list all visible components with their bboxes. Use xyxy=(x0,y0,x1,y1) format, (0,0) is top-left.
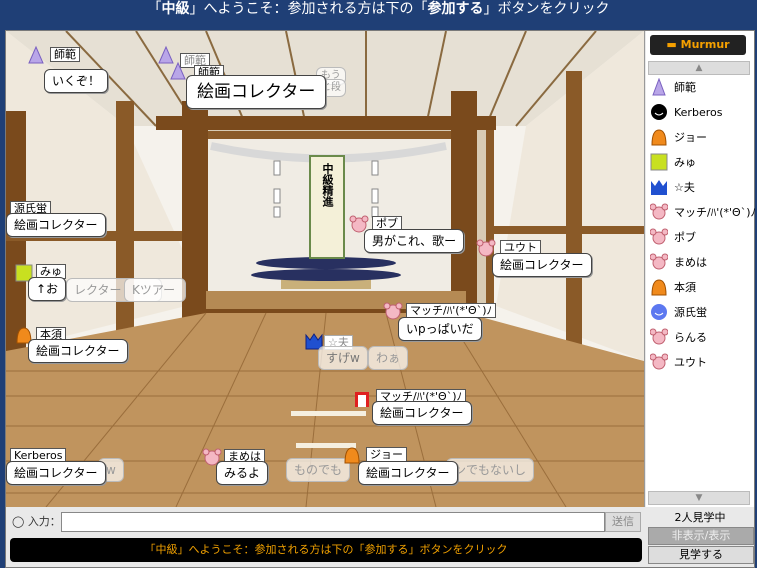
user-name: らんる xyxy=(674,331,707,344)
scroll-text: 中級精進 xyxy=(321,163,334,207)
title-quote-close: 」 xyxy=(189,1,204,17)
pink-bear-icon xyxy=(650,203,668,220)
chat-bubble: 絵画コレクター xyxy=(28,339,128,363)
scroll-down-button[interactable]: ▼ xyxy=(648,491,750,505)
user-name: Kerberos xyxy=(674,106,723,119)
user-list-item[interactable]: らんる xyxy=(648,325,748,350)
logo-text: Murmur xyxy=(680,38,730,51)
user-list-item[interactable]: 師範 xyxy=(648,75,748,100)
chat-bubble: 絵画コレクター xyxy=(6,461,106,485)
user-name: 源氏蛍 xyxy=(674,306,707,319)
user-name: 本須 xyxy=(674,281,696,294)
faded-message: ンでもないし xyxy=(446,458,535,482)
pink-bear-icon xyxy=(650,353,668,370)
pink-bear-icon xyxy=(650,328,668,345)
user-name: ジョー xyxy=(674,131,707,144)
witch-icon xyxy=(28,45,44,64)
avatar-name: 師範 xyxy=(50,47,80,62)
send-button[interactable]: 送信 xyxy=(605,512,641,532)
user-name: ☆夫 xyxy=(674,181,695,194)
faded-message: ものでも xyxy=(286,458,351,482)
chat-bubble: すげw xyxy=(318,346,368,370)
input-label-text: 入力： xyxy=(27,515,61,528)
title-text-end: 」ボタンをクリック xyxy=(483,1,610,17)
chat-bubble: 絵画コレクター xyxy=(358,461,458,485)
chat-bubble: 絵画コレクター xyxy=(186,75,327,109)
chat-bubble: 絵画コレクター xyxy=(492,253,592,277)
user-list-item[interactable]: マッチ/ﾊ'(*'Θ`)ﾉ xyxy=(648,200,756,225)
green-square-icon xyxy=(650,153,668,171)
chat-bubble: いくぞ！ xyxy=(44,69,109,93)
avatar-name: マッチ/ﾊ'(*'Θ`)ﾉ xyxy=(406,303,496,318)
faded-message: わぁ xyxy=(368,346,409,370)
input-row: ◯ 入力： 送信 xyxy=(6,510,644,532)
user-list-item[interactable]: 本須 xyxy=(648,275,748,300)
orange-blob-icon xyxy=(651,129,667,146)
chat-input[interactable] xyxy=(61,512,605,532)
user-list-item[interactable]: 源氏蛍 xyxy=(648,300,748,325)
witch-icon xyxy=(652,78,666,96)
speech-icon: ◯ xyxy=(12,515,25,528)
chat-bubble: みるよ xyxy=(216,461,269,485)
witch-icon xyxy=(170,61,186,80)
input-label: ◯ 入力： xyxy=(12,513,61,529)
avatar-name: ジョー xyxy=(366,447,407,462)
pink-bear-icon xyxy=(650,253,668,270)
red-flag-icon xyxy=(355,392,369,407)
chat-icon: ▬ xyxy=(666,38,681,51)
chat-bubble: 絵画コレクター xyxy=(372,401,472,425)
user-name: 師範 xyxy=(674,81,696,94)
faded-message: Kツアー xyxy=(124,278,186,302)
title-quote-open: 「 xyxy=(147,1,162,17)
user-list: 師範 Kerberos ジョーみゅ ☆夫マッチ/ﾊ'(*'Θ`)ﾉ ポブまめは本須源氏蛍… xyxy=(648,75,756,375)
chat-window: 中級精進 もう と段 レクター Kツアー わぁ w ものでも ンでもないし 師範… xyxy=(5,30,756,568)
user-list-item[interactable]: Kerberos xyxy=(648,100,748,125)
chat-bubble: 絵画コレクター xyxy=(6,213,106,237)
watch-button[interactable]: 見学する xyxy=(648,546,754,564)
blue-crown-icon xyxy=(651,180,667,195)
user-list-item[interactable]: ☆夫 xyxy=(648,175,748,200)
user-list-item[interactable]: まめは xyxy=(648,250,748,275)
user-name: まめは xyxy=(674,256,707,269)
hanging-scroll: 中級精進 xyxy=(309,155,345,259)
black-smile-icon xyxy=(651,104,667,120)
toggle-display-button[interactable]: 非表示/表示 xyxy=(648,527,754,545)
murmur-logo: ▬ Murmur xyxy=(650,35,746,55)
user-list-panel: ▬ Murmur ▲ 師範 Kerberos ジョーみゅ ☆夫マッチ/ﾊ'(*'Θ`)… xyxy=(646,31,756,507)
user-list-item[interactable]: ジョー xyxy=(648,125,748,150)
title-join-word: 参加する xyxy=(427,1,484,17)
room-stage[interactable]: 中級精進 もう と段 レクター Kツアー わぁ w ものでも ンでもないし 師範… xyxy=(6,31,645,507)
user-list-item[interactable]: ポブ xyxy=(648,225,748,250)
chat-bubble: ↑お xyxy=(28,277,67,301)
user-name: マッチ/ﾊ'(*'Θ`)ﾉ xyxy=(674,206,756,219)
orange-blob-icon xyxy=(651,279,667,296)
blue-smile-icon xyxy=(651,304,667,320)
window-title: 「中級」へようこそ：参加される方は下の「参加する」ボタンをクリック xyxy=(0,0,757,22)
chat-bubble: いpっぱいだ xyxy=(398,317,482,341)
user-name: みゅ xyxy=(674,156,696,169)
user-name: ユウト xyxy=(674,356,707,369)
spectator-count: 2人見学中 xyxy=(674,511,726,524)
pink-bear-icon xyxy=(650,228,668,245)
user-name: ポブ xyxy=(674,231,696,244)
chat-bubble: 男がこれ、歌ー xyxy=(364,229,465,253)
title-text: へようこそ：参加される方は下の「 xyxy=(203,1,428,17)
announcement-ticker: 「中級」へようこそ：参加される方は下の「参加する」ボタンをクリック xyxy=(10,538,642,562)
scroll-up-button[interactable]: ▲ xyxy=(648,61,750,75)
title-room-name: 中級 xyxy=(161,1,190,17)
user-list-item[interactable]: みゅ xyxy=(648,150,748,175)
user-list-item[interactable]: ユウト xyxy=(648,350,748,375)
